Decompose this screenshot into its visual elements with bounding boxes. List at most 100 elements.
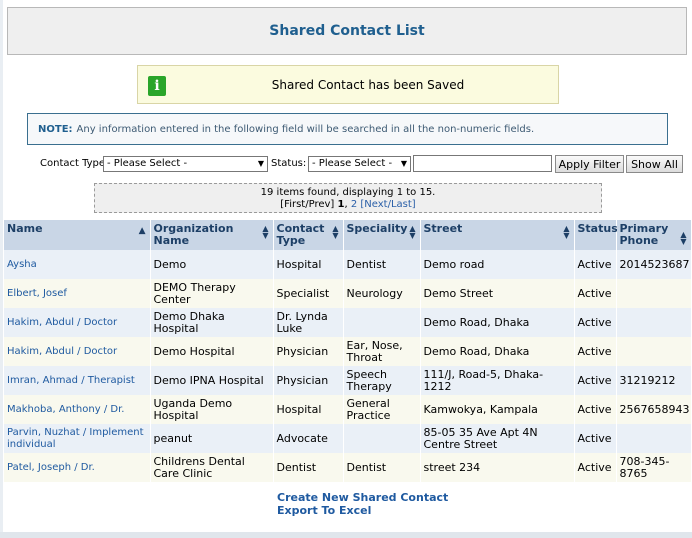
pagination: 19 items found, displaying 1 to 15. [Fir… <box>94 183 602 213</box>
cell-status: Active <box>574 279 617 308</box>
contact-type-select[interactable]: - Please Select - ▼ <box>103 156 268 172</box>
frame-left-border <box>0 0 3 538</box>
cell-contact-type: Specialist <box>273 279 344 308</box>
sort-icon: ▲ ▼ <box>680 230 687 246</box>
cell-speciality <box>343 308 421 337</box>
cell-street: Demo road <box>420 250 575 279</box>
cell-street: 85-05 35 Ave Apt 4N Centre Street <box>420 424 575 453</box>
table-row: Elbert, Josef DEMO Therapy Center Specia… <box>4 279 692 308</box>
pager-current-page: 1 <box>337 199 345 210</box>
cell-street: Demo Road, Dhaka <box>420 308 575 337</box>
contact-name-link[interactable]: Aysha <box>4 250 151 279</box>
note-text: Any information entered in the following… <box>76 123 535 135</box>
sort-asc-icon: ▲ <box>138 226 146 236</box>
column-header-contact-type[interactable]: Contact Type ▲ ▼ <box>273 220 344 250</box>
cell-organization: DEMO Therapy Center <box>150 279 274 308</box>
pagination-summary: 19 items found, displaying 1 to 15. <box>260 187 436 198</box>
page-header: Shared Contact List <box>7 7 687 55</box>
contact-name-link[interactable]: Imran, Ahmad / Therapist <box>4 366 151 395</box>
pager-next-last-link[interactable]: [Next/Last] <box>360 199 415 210</box>
table-row: Aysha Demo Hospital Dentist Demo road Ac… <box>4 250 692 279</box>
cell-speciality: Dentist <box>343 250 421 279</box>
note-label: NOTE: <box>38 123 73 135</box>
cell-speciality <box>343 424 421 453</box>
create-shared-contact-link[interactable]: Create New Shared Contact <box>277 491 448 504</box>
contact-name-link[interactable]: Elbert, Josef <box>4 279 151 308</box>
cell-organization: peanut <box>150 424 274 453</box>
cell-organization: Demo <box>150 250 274 279</box>
success-message-text: Shared Contact has been Saved <box>271 77 465 92</box>
column-header-street[interactable]: Street ▲ ▼ <box>420 220 575 250</box>
footer-links: Create New Shared Contact Export To Exce… <box>277 491 448 517</box>
cell-contact-type: Physician <box>273 366 344 395</box>
table-row: Makhoba, Anthony / Dr. Uganda Demo Hospi… <box>4 395 692 424</box>
status-label: Status: <box>271 158 307 169</box>
contact-name-link[interactable]: Hakim, Abdul / Doctor <box>4 337 151 366</box>
cell-contact-type: Hospital <box>273 250 344 279</box>
cell-status: Active <box>574 308 617 337</box>
dropdown-arrow-icon: ▼ <box>400 159 407 168</box>
pager-first-prev: [First/Prev] <box>280 199 335 210</box>
cell-phone: 31219212 <box>616 366 692 395</box>
cell-phone: 2014523687 <box>616 250 692 279</box>
sort-icon: ▲ ▼ <box>262 224 269 240</box>
cell-status: Active <box>574 366 617 395</box>
contact-name-link[interactable]: Hakim, Abdul / Doctor <box>4 308 151 337</box>
page-title: Shared Contact List <box>269 23 425 39</box>
frame-bottom-border <box>0 532 692 538</box>
contact-name-link[interactable]: Patel, Joseph / Dr. <box>4 453 151 482</box>
cell-contact-type: Physician <box>273 337 344 366</box>
cell-speciality: Speech Therapy <box>343 366 421 395</box>
cell-contact-type: Dr. Lynda Luke <box>273 308 344 337</box>
contact-name-link[interactable]: Makhoba, Anthony / Dr. <box>4 395 151 424</box>
contact-type-label: Contact Type <box>40 158 106 169</box>
table-row: Imran, Ahmad / Therapist Demo IPNA Hospi… <box>4 366 692 395</box>
table-row: Hakim, Abdul / Doctor Demo Dhaka Hospita… <box>4 308 692 337</box>
cell-street: Demo Street <box>420 279 575 308</box>
cell-speciality: Ear, Nose, Throat <box>343 337 421 366</box>
cell-contact-type: Hospital <box>273 395 344 424</box>
sort-icon: ▲ ▼ <box>409 224 416 240</box>
column-header-organization[interactable]: Organization Name ▲ ▼ <box>150 220 274 250</box>
column-header-speciality[interactable]: Speciality ▲ ▼ <box>343 220 421 250</box>
cell-speciality: Neurology <box>343 279 421 308</box>
cell-street: Demo Road, Dhaka <box>420 337 575 366</box>
table-row: Hakim, Abdul / Doctor Demo Hospital Phys… <box>4 337 692 366</box>
cell-contact-type: Advocate <box>273 424 344 453</box>
cell-organization: Uganda Demo Hospital <box>150 395 274 424</box>
show-all-button[interactable]: Show All <box>626 155 683 173</box>
cell-speciality: Dentist <box>343 453 421 482</box>
cell-street: Kamwokya, Kampala <box>420 395 575 424</box>
status-select[interactable]: - Please Select - ▼ <box>308 156 411 172</box>
cell-speciality: General Practice <box>343 395 421 424</box>
cell-street: 111/J, Road-5, Dhaka-1212 <box>420 366 575 395</box>
column-header-primary-phone[interactable]: Primary Phone ▲ ▼ <box>616 220 692 250</box>
cell-phone <box>616 279 692 308</box>
table-row: Patel, Joseph / Dr. Childrens Dental Car… <box>4 453 692 482</box>
table-header-row: Name ▲ Organization Name ▲ ▼ Contact Type ▲ ▼… <box>4 220 692 250</box>
cell-phone <box>616 337 692 366</box>
column-header-status: Status <box>574 220 618 250</box>
cell-organization: Demo Dhaka Hospital <box>150 308 274 337</box>
pager-page-2-link[interactable]: 2 <box>351 199 357 210</box>
sort-icon: ▲ ▼ <box>332 224 339 240</box>
search-input[interactable] <box>413 155 552 172</box>
cell-status: Active <box>574 453 617 482</box>
cell-contact-type: Dentist <box>273 453 344 482</box>
cell-street: street 234 <box>420 453 575 482</box>
cell-status: Active <box>574 424 617 453</box>
cell-phone: 708-345-8765 <box>616 453 692 482</box>
cell-organization: Demo IPNA Hospital <box>150 366 274 395</box>
contact-name-link[interactable]: Parvin, Nuzhat / Implement individual <box>4 424 151 453</box>
cell-phone <box>616 424 692 453</box>
status-select-value: - Please Select - <box>312 158 393 169</box>
cell-phone: 2567658943 <box>616 395 692 424</box>
column-header-name[interactable]: Name ▲ <box>4 220 151 250</box>
export-to-excel-link[interactable]: Export To Excel <box>277 504 448 517</box>
cell-status: Active <box>574 337 617 366</box>
apply-filter-button[interactable]: Apply Filter <box>555 155 624 173</box>
sort-icon: ▲ ▼ <box>563 224 570 240</box>
success-message: i Shared Contact has been Saved <box>137 65 559 104</box>
cell-status: Active <box>574 395 617 424</box>
dropdown-arrow-icon: ▼ <box>257 159 264 168</box>
